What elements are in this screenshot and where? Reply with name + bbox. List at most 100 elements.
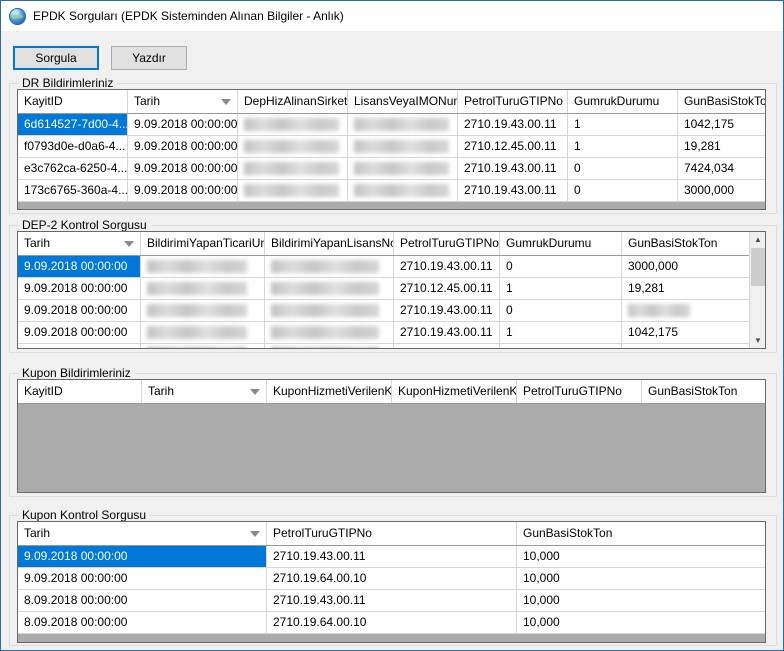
yazdir-button[interactable]: Yazdır — [111, 46, 187, 70]
grid-cell[interactable]: 2710.19.43.00.11 — [458, 114, 568, 135]
grid-cell[interactable] — [141, 300, 265, 321]
scroll-up-icon[interactable]: ▲ — [750, 232, 766, 247]
grid-cell[interactable] — [238, 136, 348, 157]
grid-cell[interactable]: 0 — [568, 180, 678, 201]
grid-cell[interactable] — [238, 114, 348, 135]
grid-cell[interactable]: 2710.19.43.00.11 — [394, 256, 500, 277]
grid-cell[interactable]: 2710.12.45.00.11 — [394, 278, 500, 299]
redacted-value — [271, 304, 379, 317]
sorgula-button[interactable]: Sorgula — [13, 46, 99, 70]
grid-cell[interactable]: 6d614527-7d00-4... — [18, 114, 128, 135]
grid-cell[interactable]: 19,281 — [678, 136, 765, 157]
title-bar[interactable]: EPDK Sorguları (EPDK Sisteminden Alınan … — [1, 1, 783, 31]
grid-cell[interactable] — [265, 322, 394, 343]
grid-cell[interactable]: 8.09.2018 00:00:00 — [18, 612, 267, 633]
column-header-tarih[interactable]: Tarih — [142, 380, 267, 403]
grid-cell[interactable]: 7424,034 — [678, 158, 765, 179]
grid-cell[interactable] — [348, 180, 458, 201]
grid-cell[interactable]: 9.09.2018 00:00:00 — [18, 568, 267, 589]
grid-cell[interactable]: 3000,000 — [622, 256, 749, 277]
column-header-gumrukdurumu[interactable]: GumrukDurumu — [500, 232, 622, 255]
grid-cell[interactable] — [348, 114, 458, 135]
grid-cell[interactable]: 9.09.2018 00:00:00 — [18, 546, 267, 567]
grid-cell[interactable]: 1042,175 — [678, 114, 765, 135]
grid-cell[interactable]: 2710.19.43.00.11 — [458, 180, 568, 201]
grid-cell[interactable]: 9.09.2018 00:00:00 — [128, 158, 238, 179]
grid-cell[interactable]: 173c6765-360a-4... — [18, 180, 128, 201]
column-header-bildirimiyapanticariunva[interactable]: BildirimiYapanTicariUnva — [141, 232, 265, 255]
grid-cell[interactable] — [265, 300, 394, 321]
grid-cell[interactable]: 1 — [500, 278, 622, 299]
grid-cell[interactable]: e3c762ca-6250-4... — [18, 158, 128, 179]
grid-cell[interactable]: 19,281 — [622, 278, 749, 299]
grid-cell[interactable]: 9.09.2018 00:00:00 — [18, 344, 141, 348]
grid-cell[interactable]: 0 — [500, 300, 622, 321]
column-header-petrolturugtipno[interactable]: PetrolTuruGTIPNo — [458, 90, 568, 113]
column-header-bildirimiyapanlisansno[interactable]: BildirimiYapanLisansNo — [265, 232, 394, 255]
grid-cell[interactable]: 9.09.2018 00:00:00 — [128, 114, 238, 135]
grid-cell[interactable]: 3000,000 — [678, 180, 765, 201]
column-header-gunbasistokton[interactable]: GunBasiStokTon — [678, 90, 765, 113]
grid-cell[interactable]: 2710.19.64.00.10 — [267, 612, 517, 633]
grid-cell[interactable] — [141, 322, 265, 343]
grid-cell[interactable] — [348, 158, 458, 179]
grid-cell[interactable]: 10,000 — [517, 590, 765, 611]
grid-cell[interactable]: 2710.19.43.00.11 — [267, 590, 517, 611]
grid-cell[interactable] — [238, 180, 348, 201]
grid-cell[interactable]: 9.09.2018 00:00:00 — [128, 180, 238, 201]
grid-cell[interactable]: 10,000 — [517, 612, 765, 633]
grid-cell[interactable]: 2710.19.43.00.11 — [267, 546, 517, 567]
grid-cell[interactable] — [348, 136, 458, 157]
grid-cell[interactable]: 8.09.2018 00:00:00 — [18, 590, 267, 611]
column-header-kuponhizmetiverilenkisin[interactable]: KuponHizmetiVerilenKisin — [392, 380, 517, 403]
grid-cell[interactable]: 9.09.2018 00:00:00 — [18, 300, 141, 321]
grid-cell[interactable]: 9.09.2018 00:00:00 — [18, 322, 141, 343]
grid-cell[interactable]: 10,000 — [517, 546, 765, 567]
grid-cell[interactable] — [265, 256, 394, 277]
grid-cell[interactable] — [141, 256, 265, 277]
column-header-gumrukdurumu[interactable]: GumrukDurumu — [568, 90, 678, 113]
scroll-down-icon[interactable]: ▼ — [750, 333, 766, 348]
grid-cell[interactable] — [265, 344, 394, 348]
vertical-scrollbar[interactable]: ▲ ▼ — [749, 232, 765, 348]
column-header-tarih[interactable]: Tarih — [18, 232, 141, 255]
grid-cell[interactable]: 9.09.2018 00:00:00 — [18, 256, 141, 277]
grid-cell[interactable]: f0793d0e-d0a6-4... — [18, 136, 128, 157]
column-header-petrolturugtipno[interactable]: PetrolTuruGTIPNo — [267, 522, 517, 545]
grid-cell[interactable] — [238, 158, 348, 179]
column-header-lisansveyaimonuma[interactable]: LisansVeyaIMONuma — [348, 90, 458, 113]
grid-cell[interactable]: 9.09.2018 00:00:00 — [18, 278, 141, 299]
grid-cell[interactable] — [141, 278, 265, 299]
grid-cell[interactable]: 2710.19.43.00.11 — [394, 344, 500, 348]
grid-cell[interactable]: 0 — [568, 158, 678, 179]
grid-cell[interactable]: 2710.19.43.00.11 — [394, 322, 500, 343]
column-header-gunbasistokton[interactable]: GunBasiStokTon — [622, 232, 749, 255]
column-header-petrolturugtipno[interactable]: PetrolTuruGTIPNo — [394, 232, 500, 255]
grid-cell[interactable]: 2710.12.45.00.11 — [458, 136, 568, 157]
grid-cell[interactable]: 0 — [500, 256, 622, 277]
column-header-gunbasistokton[interactable]: GunBasiStokTon — [642, 380, 765, 403]
grid-cell[interactable]: 1 — [568, 114, 678, 135]
grid-cell[interactable]: 1 — [500, 322, 622, 343]
grid-cell[interactable]: 1042,175 — [622, 322, 749, 343]
grid-cell[interactable]: 9.09.2018 00:00:00 — [128, 136, 238, 157]
column-header-tarih[interactable]: Tarih — [18, 522, 267, 545]
grid-cell[interactable] — [622, 300, 749, 321]
grid-cell[interactable]: 0 — [500, 344, 622, 348]
grid-cell[interactable]: 2710.19.43.00.11 — [458, 158, 568, 179]
scrollbar-thumb[interactable] — [751, 248, 765, 286]
grid-cell[interactable]: 3000,000 — [622, 344, 749, 348]
grid-cell[interactable] — [265, 278, 394, 299]
grid-cell[interactable] — [141, 344, 265, 348]
column-header-petrolturugtipno[interactable]: PetrolTuruGTIPNo — [517, 380, 642, 403]
column-header-kuponhizmetiverilenkisin[interactable]: KuponHizmetiVerilenKisin — [267, 380, 392, 403]
column-header-gunbasistokton[interactable]: GunBasiStokTon — [517, 522, 765, 545]
column-header-kayitid[interactable]: KayitID — [18, 380, 142, 403]
column-header-tarih[interactable]: Tarih — [128, 90, 238, 113]
grid-cell[interactable]: 2710.19.64.00.10 — [267, 568, 517, 589]
grid-cell[interactable]: 1 — [568, 136, 678, 157]
grid-cell[interactable]: 2710.19.43.00.11 — [394, 300, 500, 321]
column-header-dephizalinansirketun[interactable]: DepHizAlinanSirketUn — [238, 90, 348, 113]
grid-cell[interactable]: 10,000 — [517, 568, 765, 589]
column-header-kayitid[interactable]: KayitID — [18, 90, 128, 113]
